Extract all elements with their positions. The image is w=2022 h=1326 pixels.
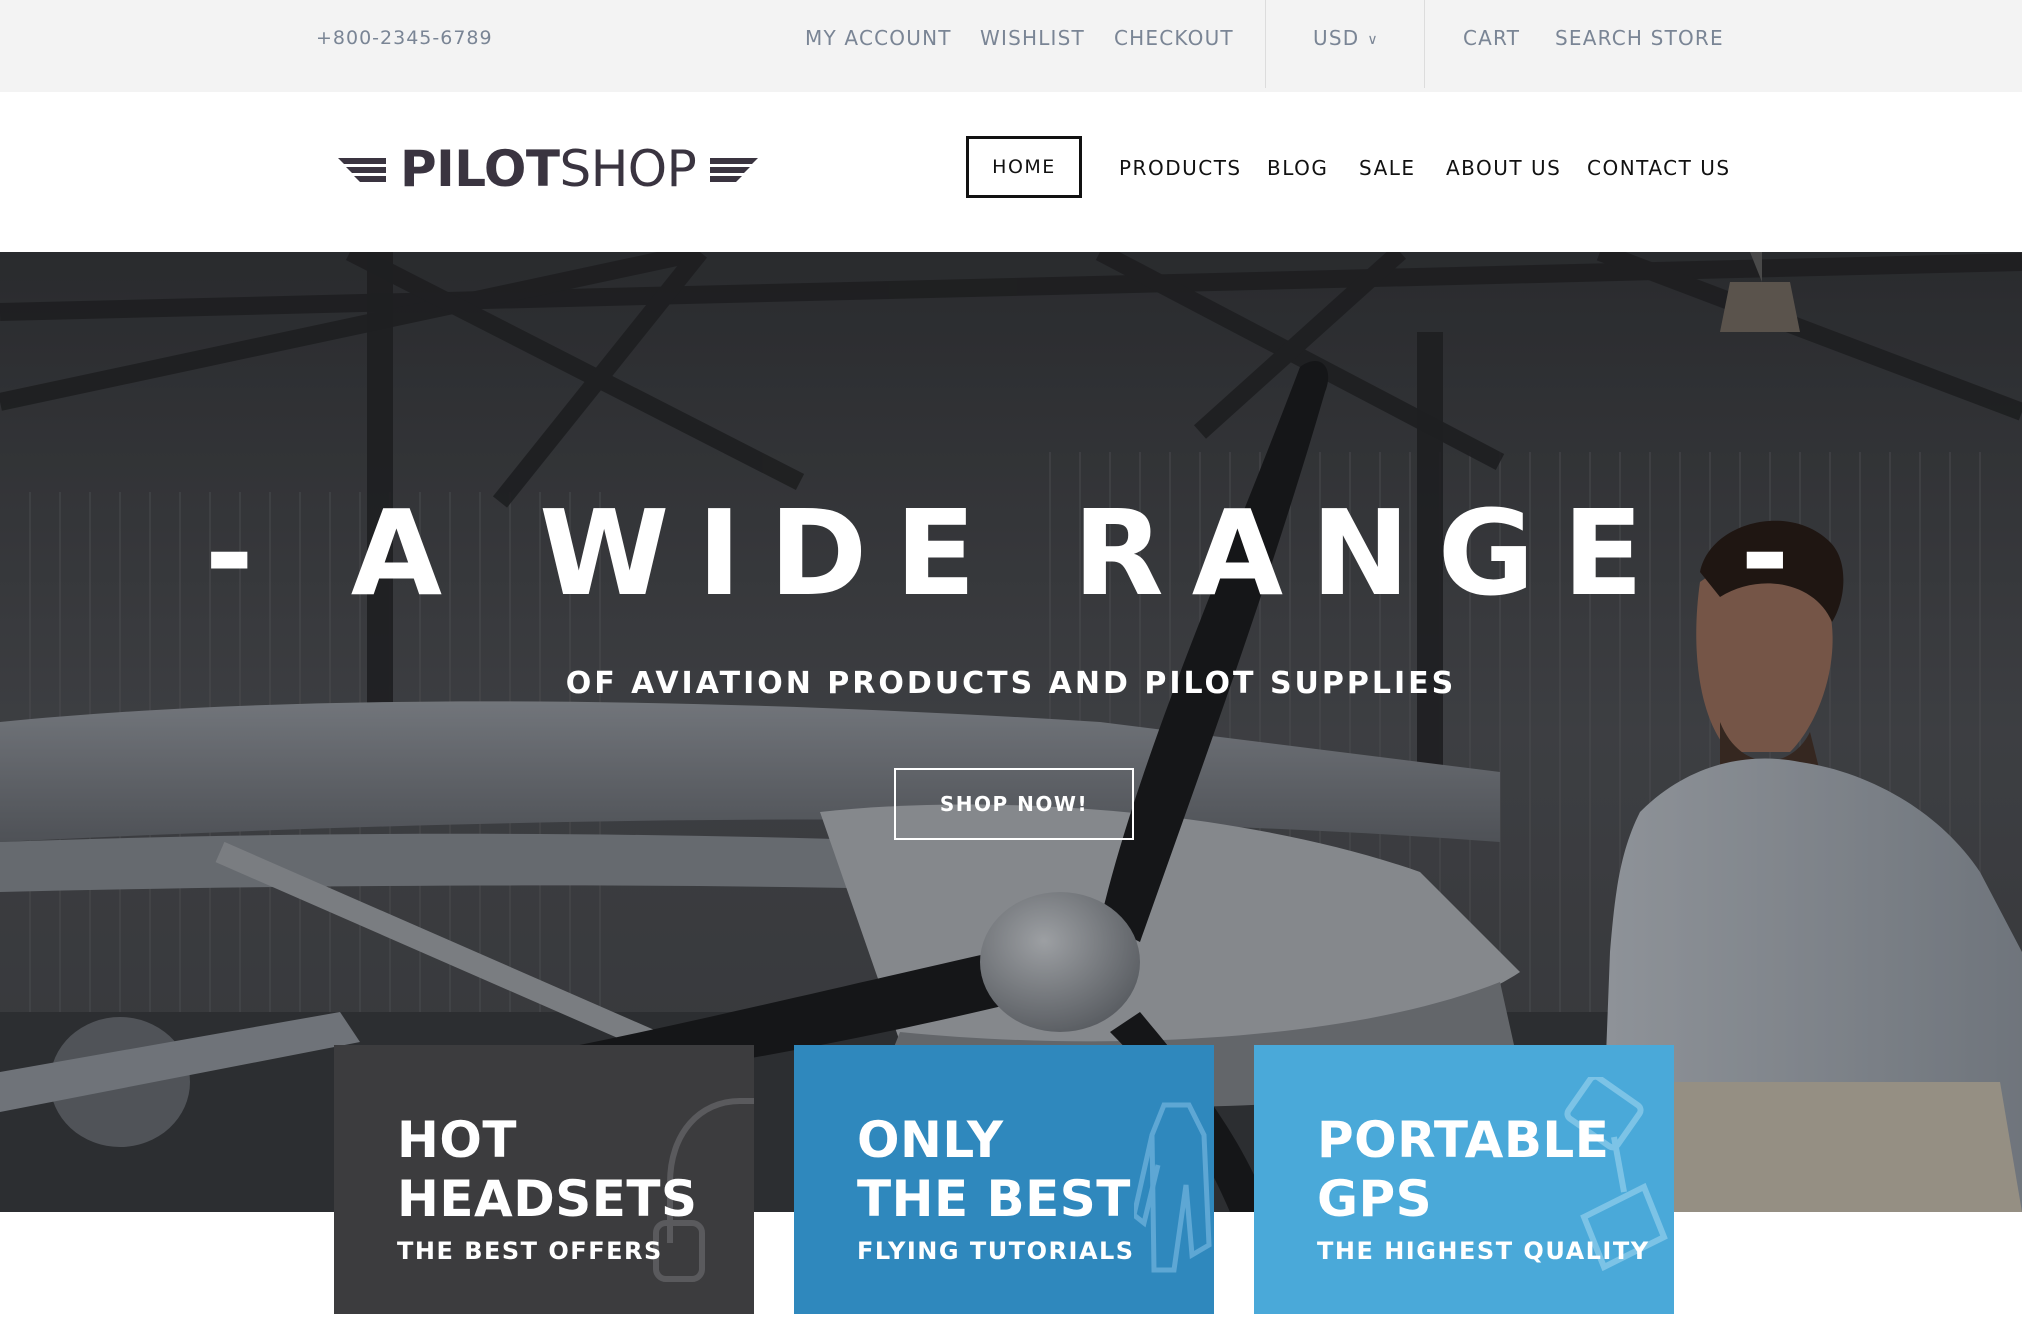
hero-headline: - A WIDE RANGE - <box>204 484 1818 622</box>
my-account-link[interactable]: MY ACCOUNT <box>805 26 952 50</box>
search-store-link[interactable]: SEARCH STORE <box>1555 26 1724 50</box>
nav-about-us[interactable]: ABOUT US <box>1446 156 1561 180</box>
shop-now-button[interactable]: SHOP NOW! <box>894 768 1134 840</box>
logo-wordmark: PILOTSHOP <box>400 140 697 198</box>
checkout-link[interactable]: CHECKOUT <box>1114 26 1234 50</box>
nav-blog[interactable]: BLOG <box>1267 156 1328 180</box>
currency-selector[interactable]: USD ∨ <box>1313 26 1379 50</box>
card-title: ONLY THE BEST <box>857 1111 1131 1228</box>
phone-number: +800-2345-6789 <box>316 27 493 49</box>
topbar-divider <box>1424 0 1425 88</box>
nav-home[interactable]: HOME <box>966 136 1082 198</box>
pilotshop-logo[interactable]: PILOTSHOP <box>338 134 759 204</box>
hero-subheadline: OF AVIATION PRODUCTS AND PILOT SUPPLIES <box>565 666 1457 701</box>
site-header: PILOTSHOP HOME PRODUCTS BLOG SALE ABOUT … <box>0 92 2022 252</box>
cart-link[interactable]: CART <box>1463 26 1520 50</box>
left-wing-icon <box>338 158 386 182</box>
chevron-down-icon: ∨ <box>1367 32 1379 48</box>
card-subtitle: THE HIGHEST QUALITY <box>1317 1237 1650 1265</box>
nav-sale[interactable]: SALE <box>1359 156 1416 180</box>
flight-suit-icon <box>1134 1102 1212 1273</box>
promo-card-tutorials[interactable]: ONLY THE BEST FLYING TUTORIALS <box>794 1045 1214 1314</box>
topbar-divider <box>1265 0 1266 88</box>
promo-card-gps[interactable]: PORTABLE GPS THE HIGHEST QUALITY <box>1254 1045 1674 1314</box>
card-subtitle: FLYING TUTORIALS <box>857 1237 1135 1265</box>
nav-products[interactable]: PRODUCTS <box>1119 156 1242 180</box>
card-title: HOT HEADSETS <box>397 1111 698 1228</box>
currency-label: USD <box>1313 26 1360 50</box>
card-title: PORTABLE GPS <box>1317 1111 1610 1228</box>
right-wing-icon <box>710 158 759 182</box>
promo-card-headsets[interactable]: HOT HEADSETS THE BEST OFFERS <box>334 1045 754 1314</box>
card-subtitle: THE BEST OFFERS <box>397 1237 663 1265</box>
wishlist-link[interactable]: WISHLIST <box>980 26 1085 50</box>
nav-contact-us[interactable]: CONTACT US <box>1587 156 1731 180</box>
top-utility-bar: +800-2345-6789 MY ACCOUNT WISHLIST CHECK… <box>0 0 2022 92</box>
